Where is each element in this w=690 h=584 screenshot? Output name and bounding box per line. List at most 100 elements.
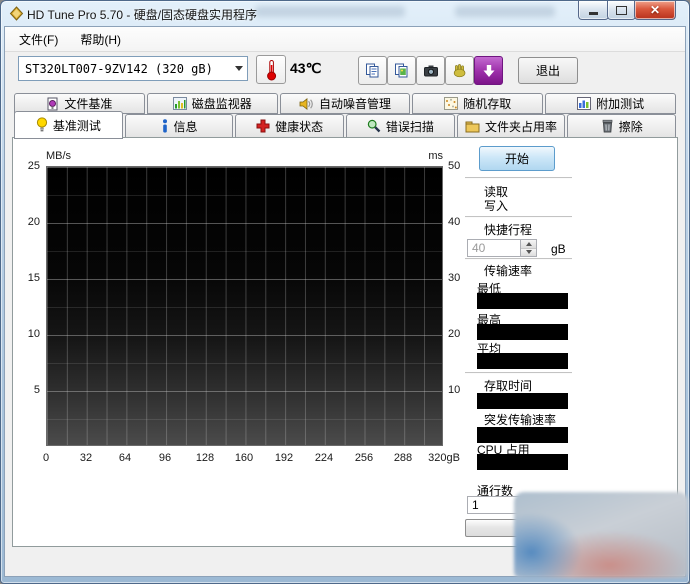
hd-tune-window: HD Tune Pro 5.70 - 硬盘/固态硬盘实用程序 ✕ 文件(F) 帮… xyxy=(0,0,690,584)
x-axis-tick: 160 xyxy=(234,452,254,464)
tab-label: 信息 xyxy=(173,119,198,134)
tab-label: 错误扫描 xyxy=(385,119,434,134)
short-stroke-stepper[interactable] xyxy=(467,239,537,257)
minimize-icon xyxy=(589,11,598,15)
donate-button[interactable] xyxy=(445,56,474,85)
copy-text-icon xyxy=(366,63,379,78)
health-cross-icon xyxy=(256,119,270,133)
hand-icon xyxy=(453,64,465,78)
right-axis-tick: 50 xyxy=(448,160,461,172)
watermark-smudge xyxy=(255,6,405,17)
random-access-icon xyxy=(444,97,459,110)
temperature-button[interactable] xyxy=(256,55,286,84)
right-axis-tick: 20 xyxy=(448,328,461,340)
tab-label: 附加测试 xyxy=(596,97,645,111)
tab-health[interactable]: 健康状态 xyxy=(235,114,345,138)
short-stroke-label: 快捷行程 xyxy=(484,223,533,237)
tab-benchmark[interactable]: 基准测试 xyxy=(14,111,123,139)
file-benchmark-icon xyxy=(47,97,58,110)
speaker-icon xyxy=(299,97,313,110)
menu-bar: 文件(F) 帮助(H) xyxy=(5,27,685,52)
tab-error-scan[interactable]: 错误扫描 xyxy=(346,114,455,138)
folder-icon xyxy=(465,121,480,132)
tab-row-bottom: 基准测试 信息 健康状态 错误扫描 文件夹占用率 擦除 xyxy=(14,111,677,139)
short-stroke-value-input[interactable] xyxy=(468,240,520,256)
maximize-icon xyxy=(616,5,627,15)
radio-write-label: 写入 xyxy=(484,199,509,213)
tab-aam[interactable]: 自动噪音管理 xyxy=(279,93,411,114)
copy-image-button[interactable] xyxy=(387,56,416,85)
copy-image-icon xyxy=(395,63,408,78)
right-axis-tick: 10 xyxy=(448,384,461,396)
x-axis-tick: 0 xyxy=(42,452,50,464)
window-title: HD Tune Pro 5.70 - 硬盘/固态硬盘实用程序 xyxy=(27,8,258,22)
spinner-down-button[interactable] xyxy=(521,247,536,256)
drive-select-value: ST320LT007-9ZV142 (320 gB) xyxy=(25,61,213,76)
start-button[interactable]: 开始 xyxy=(479,146,555,171)
tab-label: 磁盘监视器 xyxy=(191,97,252,111)
watermark-blur xyxy=(514,492,688,578)
screenshot-button[interactable] xyxy=(416,56,445,85)
spinner-up-button[interactable] xyxy=(521,240,536,248)
tab-label: 随机存取 xyxy=(463,97,512,111)
app-icon xyxy=(9,6,24,21)
tab-label: 基准测试 xyxy=(52,118,101,133)
burst-rate-label: 突发传输速率 xyxy=(484,413,557,427)
left-axis-unit: MB/s xyxy=(46,150,72,162)
x-axis-tick: 224 xyxy=(314,452,334,464)
right-axis-tick: 30 xyxy=(448,272,461,284)
extra-tests-icon xyxy=(577,97,592,110)
menu-help[interactable]: 帮助(H) xyxy=(72,31,129,48)
x-axis-tick: 256 xyxy=(354,452,374,464)
tab-label: 擦除 xyxy=(618,119,643,134)
watermark-smudge xyxy=(455,6,555,17)
separator xyxy=(465,216,572,218)
magnifier-icon xyxy=(367,119,381,133)
menu-file[interactable]: 文件(F) xyxy=(11,31,66,48)
drive-select[interactable]: ST320LT007-9ZV142 (320 gB) xyxy=(18,56,248,81)
start-button-label: 开始 xyxy=(504,152,529,166)
y-axis-tick: 15 xyxy=(27,272,40,284)
short-stroke-unit: gB xyxy=(551,242,566,256)
right-axis-tick: 40 xyxy=(448,216,461,228)
spinner-down-icon xyxy=(525,250,532,255)
right-axis-unit: ms xyxy=(428,150,443,162)
tab-info[interactable]: 信息 xyxy=(124,114,234,138)
x-axis-tick: 64 xyxy=(118,452,132,464)
tab-label: 自动噪音管理 xyxy=(318,97,391,111)
separator xyxy=(465,258,572,260)
thermometer-icon xyxy=(266,59,276,80)
tab-extra-tests[interactable]: 附加测试 xyxy=(545,93,676,114)
separator xyxy=(465,177,572,179)
x-axis-tick: 128 xyxy=(195,452,215,464)
exit-button[interactable]: 退出 xyxy=(518,57,578,84)
y-axis-tick: 5 xyxy=(33,384,40,396)
tab-label: 文件夹占用率 xyxy=(485,119,558,134)
chevron-down-icon xyxy=(230,57,247,80)
maximize-button[interactable] xyxy=(607,1,636,20)
update-button[interactable] xyxy=(474,56,503,85)
disk-monitor-icon xyxy=(172,97,187,110)
access-time-label: 存取时间 xyxy=(484,379,533,393)
copy-text-button[interactable] xyxy=(358,56,387,85)
down-arrow-icon xyxy=(483,64,494,77)
tab-random-access[interactable]: 随机存取 xyxy=(412,93,544,114)
tab-erase[interactable]: 擦除 xyxy=(567,114,677,138)
minimize-button[interactable] xyxy=(578,1,609,20)
trash-icon xyxy=(602,119,613,133)
close-icon: ✕ xyxy=(649,3,661,17)
tab-disk-monitor[interactable]: 磁盘监视器 xyxy=(146,93,278,114)
camera-icon xyxy=(423,65,438,76)
y-axis-tick: 25 xyxy=(27,160,40,172)
tab-label: 文件基准 xyxy=(64,97,113,111)
exit-button-label: 退出 xyxy=(535,64,560,78)
x-axis-tick: 96 xyxy=(158,452,172,464)
cpu-usage-value-box xyxy=(477,454,568,470)
benchmark-bulb-icon xyxy=(36,117,47,132)
tab-folder-usage[interactable]: 文件夹占用率 xyxy=(456,114,566,138)
close-button[interactable]: ✕ xyxy=(634,1,676,20)
access-time-value-box xyxy=(477,393,568,409)
y-axis-tick: 20 xyxy=(27,216,40,228)
transfer-rate-label: 传输速率 xyxy=(484,264,533,278)
temperature-value: 43℃ xyxy=(290,60,322,76)
